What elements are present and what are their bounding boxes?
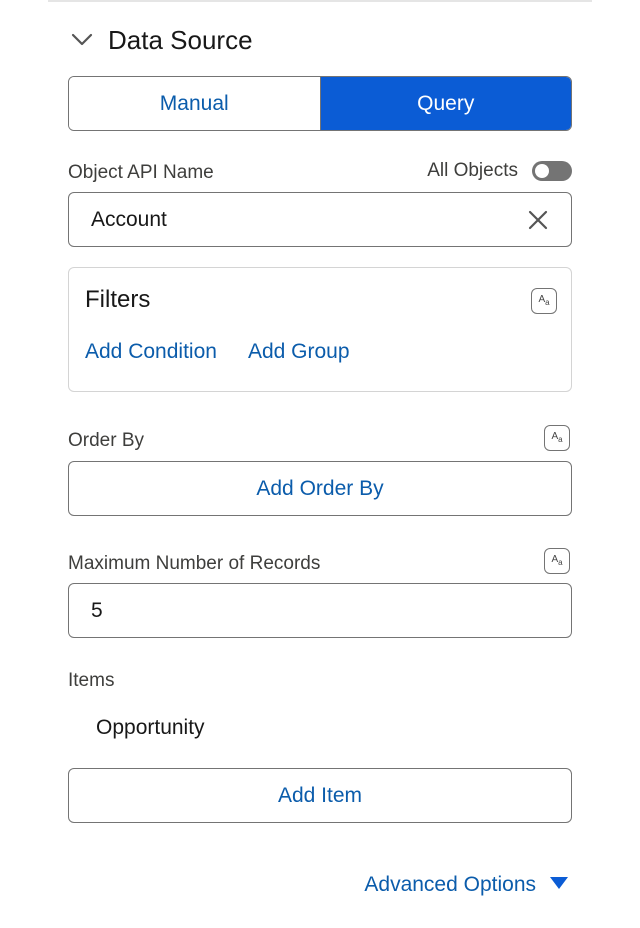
manual-button[interactable]: Manual	[69, 77, 321, 130]
formula-icon[interactable]: Aa	[544, 425, 570, 451]
object-api-name-input[interactable]: Account	[68, 192, 572, 247]
filters-title: Filters	[85, 286, 151, 313]
query-button[interactable]: Query	[320, 77, 571, 130]
order-by-label: Order By	[68, 430, 145, 451]
max-records-value: 5	[91, 598, 103, 622]
object-api-name-value: Account	[91, 207, 167, 231]
mode-toggle-group: Manual Query	[68, 76, 572, 131]
triangle-down-icon	[550, 876, 568, 894]
items-label: Items	[68, 670, 115, 691]
toggle-knob	[535, 164, 549, 178]
advanced-options-label: Advanced Options	[364, 873, 536, 896]
all-objects-label: All Objects	[427, 160, 518, 181]
object-api-name-label: Object API Name	[68, 162, 214, 183]
list-item[interactable]: Opportunity	[96, 716, 205, 740]
close-icon[interactable]	[523, 205, 553, 235]
filters-actions: Add Condition Add Group	[85, 340, 350, 364]
add-group-link[interactable]: Add Group	[248, 340, 350, 364]
advanced-options-toggle[interactable]: Advanced Options	[364, 873, 568, 897]
section-title: Data Source	[108, 24, 253, 55]
max-records-label: Maximum Number of Records	[68, 553, 321, 574]
chevron-down-icon[interactable]	[68, 26, 96, 54]
max-records-input[interactable]: 5	[68, 583, 572, 638]
filters-panel: Filters Aa Add Condition Add Group	[68, 267, 572, 392]
add-order-by-button[interactable]: Add Order By	[68, 461, 572, 516]
add-condition-link[interactable]: Add Condition	[85, 340, 217, 364]
formula-icon[interactable]: Aa	[531, 288, 557, 314]
add-item-button[interactable]: Add Item	[68, 768, 572, 823]
section-header-data-source[interactable]: Data Source	[68, 22, 253, 58]
all-objects-toggle[interactable]	[532, 161, 572, 181]
formula-icon[interactable]: Aa	[544, 548, 570, 574]
all-objects-toggle-wrap: All Objects	[427, 160, 572, 182]
top-divider	[48, 0, 592, 2]
